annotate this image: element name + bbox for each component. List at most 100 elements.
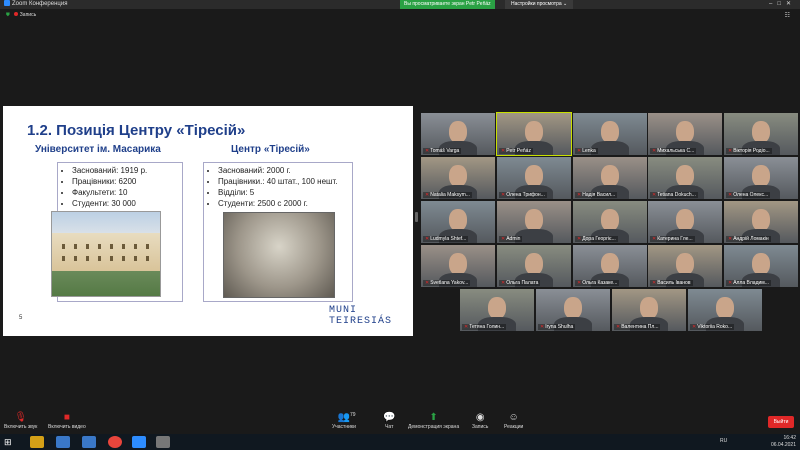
participant-name-text: Tomáš Varga bbox=[430, 148, 460, 154]
participant-name: ✕Тетяна Голин... bbox=[462, 324, 507, 330]
participant-tile[interactable]: ✕Михальська С... bbox=[648, 113, 722, 155]
participant-tile[interactable]: ✕Ludmyla Shtef... bbox=[421, 201, 495, 243]
participant-tile[interactable]: ✕Tomáš Varga bbox=[421, 113, 495, 155]
file-explorer-icon[interactable] bbox=[30, 436, 44, 448]
participant-video bbox=[676, 209, 694, 231]
participant-tile[interactable]: ✕Svetlana Yakov... bbox=[421, 245, 495, 287]
split-view-handle[interactable] bbox=[415, 212, 418, 222]
view-layout-icon[interactable]: ☷ bbox=[785, 12, 790, 19]
participant-name: ✕Вікторія Родіо... bbox=[726, 148, 772, 154]
microphone-muted-icon: ✕ bbox=[652, 148, 657, 154]
participant-tile[interactable]: ✕Lenka bbox=[573, 113, 647, 155]
view-options-button[interactable]: Настройки просмотра ⌄ bbox=[505, 0, 574, 9]
list-item: Студенти: 30 000 bbox=[72, 198, 182, 209]
participant-tile[interactable]: ✕Олена Трифон... bbox=[497, 157, 571, 199]
participant-tile[interactable]: ✕Ольга Палата bbox=[497, 245, 571, 287]
reactions-button[interactable]: ☺ Реакции bbox=[504, 412, 523, 430]
system-clock[interactable]: 16:42 06.04.2021 bbox=[771, 435, 796, 449]
participant-name-text: Вікторія Родіо... bbox=[733, 148, 770, 154]
list-item: Працівники.: 40 штат., 100 нешт. bbox=[218, 176, 352, 187]
record-label: Запись bbox=[472, 424, 489, 430]
participant-tile[interactable]: ✕Вікторія Родіо... bbox=[724, 113, 798, 155]
windows-start-icon[interactable]: ⊞ bbox=[4, 437, 14, 447]
participant-video bbox=[449, 209, 467, 231]
right-column-heading: Центр «Тіресій» bbox=[231, 144, 310, 155]
mute-button[interactable]: 🎙 Включить звук bbox=[4, 412, 37, 430]
microphone-muted-icon: ✕ bbox=[540, 324, 545, 330]
microphone-muted-icon: ✕ bbox=[692, 324, 697, 330]
microphone-muted-icon: ✕ bbox=[652, 280, 657, 286]
microphone-muted-icon: ✕ bbox=[728, 148, 733, 154]
record-dot-icon bbox=[13, 12, 18, 16]
record-icon: ◉ bbox=[475, 412, 485, 423]
participant-name: ✕Viktoriia Roko... bbox=[690, 324, 735, 330]
microphone-muted-icon: ✕ bbox=[464, 324, 469, 330]
participant-name: ✕Надія Васил... bbox=[575, 192, 618, 198]
video-button[interactable]: ■ Включить видео bbox=[48, 412, 86, 430]
app-taskbar-icon[interactable] bbox=[56, 436, 70, 448]
participant-name-text: Svetlana Yakov... bbox=[430, 280, 469, 286]
app-taskbar-icon[interactable] bbox=[156, 436, 170, 448]
participant-tile[interactable]: ✕Petr Peňáz bbox=[496, 112, 572, 156]
participant-video bbox=[525, 121, 543, 143]
participants-button[interactable]: 👥 79 Участники bbox=[332, 412, 356, 430]
language-indicator[interactable]: RU bbox=[720, 438, 727, 444]
participant-name-text: Надія Васил... bbox=[582, 192, 616, 198]
participant-tile[interactable]: ✕Natalia Maksym... bbox=[421, 157, 495, 199]
share-screen-icon: ⬆ bbox=[429, 412, 438, 423]
participant-tile[interactable]: ✕Iryna Shulha bbox=[536, 289, 610, 331]
app-taskbar-icon[interactable] bbox=[82, 436, 96, 448]
slide-page-number: 5 bbox=[19, 315, 23, 321]
participant-video bbox=[601, 165, 619, 187]
participant-video bbox=[752, 121, 770, 143]
participant-tile[interactable]: ✕Дора Георгіє... bbox=[573, 201, 647, 243]
chat-button[interactable]: 💬 Чат bbox=[383, 412, 395, 430]
list-item: Факультети: 10 bbox=[72, 187, 182, 198]
participant-tile[interactable]: ✕Admin bbox=[497, 201, 571, 243]
microphone-muted-icon: ✕ bbox=[425, 148, 430, 154]
participants-count: 79 bbox=[350, 412, 356, 418]
microphone-muted-icon: ✕ bbox=[425, 280, 430, 286]
participant-name-text: Олена Олекс... bbox=[733, 192, 769, 198]
participant-name: ✕Ольга Казаке... bbox=[575, 280, 620, 286]
shared-screen-slide: 1.2. Позиція Центру «Тіресій» Університе… bbox=[3, 106, 413, 336]
participant-tile[interactable]: ✕Viktoriia Roko... bbox=[688, 289, 762, 331]
participant-tile[interactable]: ✕Надія Васил... bbox=[573, 157, 647, 199]
participant-tile[interactable]: ✕Алла Владим... bbox=[724, 245, 798, 287]
participants-label: Участники bbox=[332, 424, 356, 430]
window-controls[interactable]: –□✕ bbox=[769, 0, 796, 9]
app-title-text: Zoom Конференция bbox=[12, 1, 68, 7]
participant-tile[interactable]: ✕Валентина Пл... bbox=[612, 289, 686, 331]
microphone-muted-icon: ✕ bbox=[728, 236, 733, 242]
participant-tile[interactable]: ✕Tetiana Dokuch... bbox=[648, 157, 722, 199]
leave-button[interactable]: Выйти bbox=[768, 416, 794, 428]
reactions-label: Реакции bbox=[504, 424, 524, 430]
participant-video bbox=[752, 253, 770, 275]
chrome-icon[interactable] bbox=[108, 436, 122, 448]
record-button[interactable]: ◉ Запись bbox=[472, 412, 488, 430]
participant-tile[interactable]: ✕Тетяна Голин... bbox=[460, 289, 534, 331]
clock-date: 06.04.2021 bbox=[770, 442, 796, 448]
microphone-muted-icon: ✕ bbox=[728, 192, 733, 198]
participant-name: ✕Ludmyla Shtef... bbox=[423, 236, 469, 242]
share-screen-button[interactable]: ⬆ Демонстрация экрана bbox=[408, 412, 459, 430]
participant-name: ✕Валентина Пл... bbox=[614, 324, 661, 330]
participant-name-text: Admin bbox=[506, 236, 521, 242]
recording-indicator: ⛊ Запись bbox=[6, 12, 36, 18]
participant-video bbox=[449, 121, 467, 143]
participant-video bbox=[752, 209, 770, 231]
participant-tile[interactable]: ✕Ольга Казаке... bbox=[573, 245, 647, 287]
participant-tile[interactable]: ✕Андрій Ломакін bbox=[724, 201, 798, 243]
microphone-muted-icon: ✕ bbox=[728, 280, 733, 286]
participant-video bbox=[525, 209, 543, 231]
microphone-muted-icon: ✕ bbox=[425, 236, 430, 242]
participant-video bbox=[676, 165, 694, 187]
clock-time: 16:42 bbox=[783, 435, 796, 441]
os-taskbar: ⊞ RU 16:42 06.04.2021 bbox=[0, 434, 800, 450]
participant-tile[interactable]: ✕Василь Іванов bbox=[648, 245, 722, 287]
zoom-taskbar-icon[interactable] bbox=[132, 436, 146, 448]
microphone-muted-icon: ✕ bbox=[501, 148, 506, 154]
participant-tile[interactable]: ✕Олена Олекс... bbox=[724, 157, 798, 199]
microphone-muted-icon: ✕ bbox=[652, 192, 657, 198]
participant-tile[interactable]: ✕Катерина Гле... bbox=[648, 201, 722, 243]
